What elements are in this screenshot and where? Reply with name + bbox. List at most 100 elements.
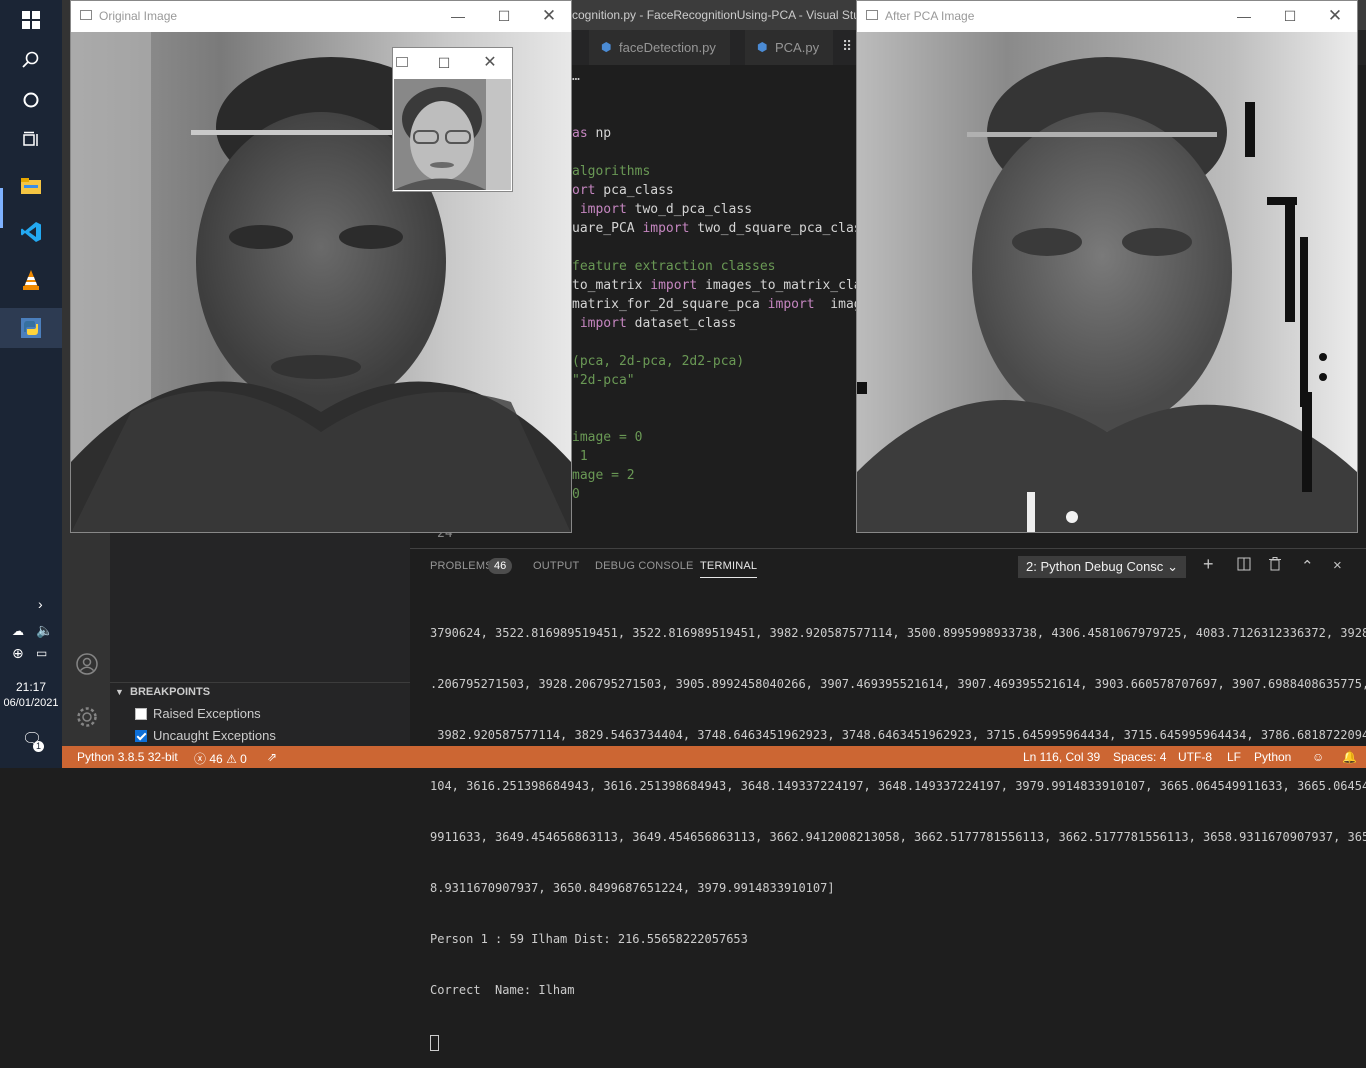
raised-exceptions-label: Raised Exceptions [153, 706, 261, 721]
language-mode[interactable]: Python [1254, 750, 1291, 764]
trash-icon[interactable] [1269, 557, 1281, 575]
account-icon[interactable] [75, 652, 99, 681]
terminal-line: Person 1 : 59 Ilham Dist: 216.5565822205… [430, 932, 748, 946]
uncaught-exceptions-checkbox[interactable] [135, 729, 147, 742]
window-titlebar[interactable]: ☐ ✕ [393, 48, 512, 78]
network-icon[interactable]: ⊕ [12, 645, 24, 662]
code-line: "2d-pca" [572, 373, 635, 388]
terminal-line: 104, 3616.251398684943, 3616.25139868494… [430, 779, 1366, 793]
split-editor-icon[interactable]: ⠿ [842, 38, 852, 55]
warning-count: 0 [240, 752, 247, 766]
terminal-cursor [430, 1035, 439, 1051]
minimize-icon[interactable]: — [1229, 4, 1259, 28]
windows-start-icon[interactable] [11, 0, 51, 40]
window-titlebar[interactable]: After PCA Image — ☐ ✕ [857, 1, 1357, 31]
window-titlebar[interactable]: Original Image — ☐ ✕ [71, 1, 571, 31]
onedrive-icon[interactable]: ☁ [12, 624, 24, 638]
python-interpreter[interactable]: Python 3.8.5 32-bit [77, 750, 178, 764]
maximize-panel-icon[interactable]: ⌃ [1301, 557, 1314, 575]
cursor-position[interactable]: Ln 116, Col 39 [1023, 750, 1100, 764]
vscode-icon[interactable] [11, 212, 51, 252]
close-icon[interactable]: ✕ [475, 51, 505, 75]
tab-pca[interactable]: ⬢ PCA.py [745, 30, 834, 65]
breakpoints-title: BREAKPOINTS [130, 686, 211, 698]
battery-icon[interactable]: ▭ [36, 646, 47, 660]
terminal-line: 3982.920587577114, 3829.5463734404, 3748… [430, 728, 1366, 742]
encoding[interactable]: UTF-8 [1178, 750, 1212, 764]
tab-output[interactable]: OUTPUT [533, 560, 579, 572]
code-token: as [572, 126, 588, 141]
code-line: import dataset_class [572, 316, 737, 331]
code-token: pca_class [595, 183, 674, 198]
problems-count-badge: 46 [488, 558, 513, 574]
indentation[interactable]: Spaces: 4 [1113, 750, 1166, 764]
terminal-select[interactable]: 2: Python Debug Consc ⌄ [1018, 556, 1186, 578]
code-token: imag [814, 297, 862, 312]
code-line: uare_PCA import two_d_square_pca_class [572, 221, 869, 236]
end-of-line[interactable]: LF [1227, 750, 1241, 764]
bell-icon[interactable]: 🔔 [1342, 750, 1357, 764]
breakpoints-header[interactable]: ▼ BREAKPOINTS [110, 682, 410, 703]
search-icon[interactable] [11, 40, 51, 80]
task-view-icon[interactable] [11, 120, 51, 160]
notifications-badge: 1 [33, 741, 44, 752]
volume-icon[interactable]: 🔈 [36, 622, 53, 639]
window-title: After PCA Image [885, 9, 975, 23]
close-icon[interactable]: ✕ [534, 4, 564, 28]
code-token: import [759, 297, 815, 312]
file-explorer-icon[interactable] [11, 166, 51, 206]
new-terminal-icon[interactable]: + [1203, 554, 1214, 575]
minimize-icon[interactable]: — [443, 4, 473, 28]
chevron-up-icon[interactable]: › [38, 596, 43, 612]
terminal-line: 3790624, 3522.816989519451, 3522.8169895… [430, 626, 1366, 640]
code-token: import [634, 221, 690, 236]
app-icon [396, 57, 408, 67]
clock-date[interactable]: 06/01/2021 [0, 697, 62, 709]
gear-icon[interactable] [75, 705, 99, 734]
terminal-output[interactable]: 3790624, 3522.816989519451, 3522.8169895… [430, 591, 1366, 1068]
raised-exceptions-checkbox[interactable] [135, 707, 147, 720]
code-line: to_matrix import images_to_matrix_cla [572, 278, 862, 293]
code-token: two_d_square_pca_class [689, 221, 870, 236]
feedback-icon[interactable]: ☺ [1312, 750, 1324, 764]
code-line: import two_d_pca_class [572, 202, 752, 217]
split-terminal-icon[interactable] [1237, 557, 1251, 575]
breakpoint-raised-exceptions[interactable]: Raised Exceptions [135, 706, 261, 721]
vlc-icon[interactable] [11, 260, 51, 300]
maximize-icon[interactable]: ☐ [1275, 4, 1305, 28]
uncaught-exceptions-label: Uncaught Exceptions [153, 728, 276, 743]
breakpoint-uncaught-exceptions[interactable]: Uncaught Exceptions [135, 728, 276, 743]
code-line: mage = 2 [572, 468, 635, 483]
code-token: ort [572, 183, 596, 198]
code-line: 0 [572, 487, 580, 502]
maximize-icon[interactable]: ☐ [489, 4, 519, 28]
maximize-icon[interactable]: ☐ [429, 51, 459, 75]
cortana-icon[interactable] [11, 80, 51, 120]
tab-problems[interactable]: PROBLEMS [430, 560, 493, 572]
tab-face-detection[interactable]: ⬢ faceDetection.py [589, 30, 730, 65]
terminal-line: Correct Name: Ilham [430, 983, 575, 997]
code-line: matrix_for_2d_square_pca import imag [572, 297, 862, 312]
code-line: image = 0 [572, 430, 643, 445]
clock-time[interactable]: 21:17 [0, 680, 62, 694]
code-line: (pca, 2d-pca, 2d2-pca) [572, 354, 745, 369]
after-pca-image-window: After PCA Image — ☐ ✕ [856, 0, 1358, 533]
close-panel-icon[interactable]: × [1333, 557, 1342, 574]
problems-status[interactable]: ⓧ 46 ⚠ 0 [194, 750, 247, 767]
code-token: import [572, 202, 627, 217]
code-line: 1 [572, 449, 588, 464]
vscode-running-indicator [0, 188, 3, 228]
live-share-icon[interactable]: ⇗ [267, 750, 277, 764]
tab-label: PCA.py [775, 40, 820, 55]
tab-terminal[interactable]: TERMINAL [700, 560, 758, 578]
code-token: import [642, 278, 698, 293]
code-line: ort pca_class [572, 183, 674, 198]
close-icon[interactable]: ✕ [1320, 4, 1350, 28]
error-icon: ⓧ [194, 752, 207, 766]
breadcrumb-ellipsis[interactable]: … [572, 69, 580, 84]
code-line: algorithms [572, 164, 651, 179]
code-token: dataset_class [626, 316, 737, 331]
tab-debug-console[interactable]: DEBUG CONSOLE [595, 560, 694, 572]
python-file-icon: ⬢ [601, 40, 612, 54]
python-icon[interactable] [0, 308, 62, 348]
